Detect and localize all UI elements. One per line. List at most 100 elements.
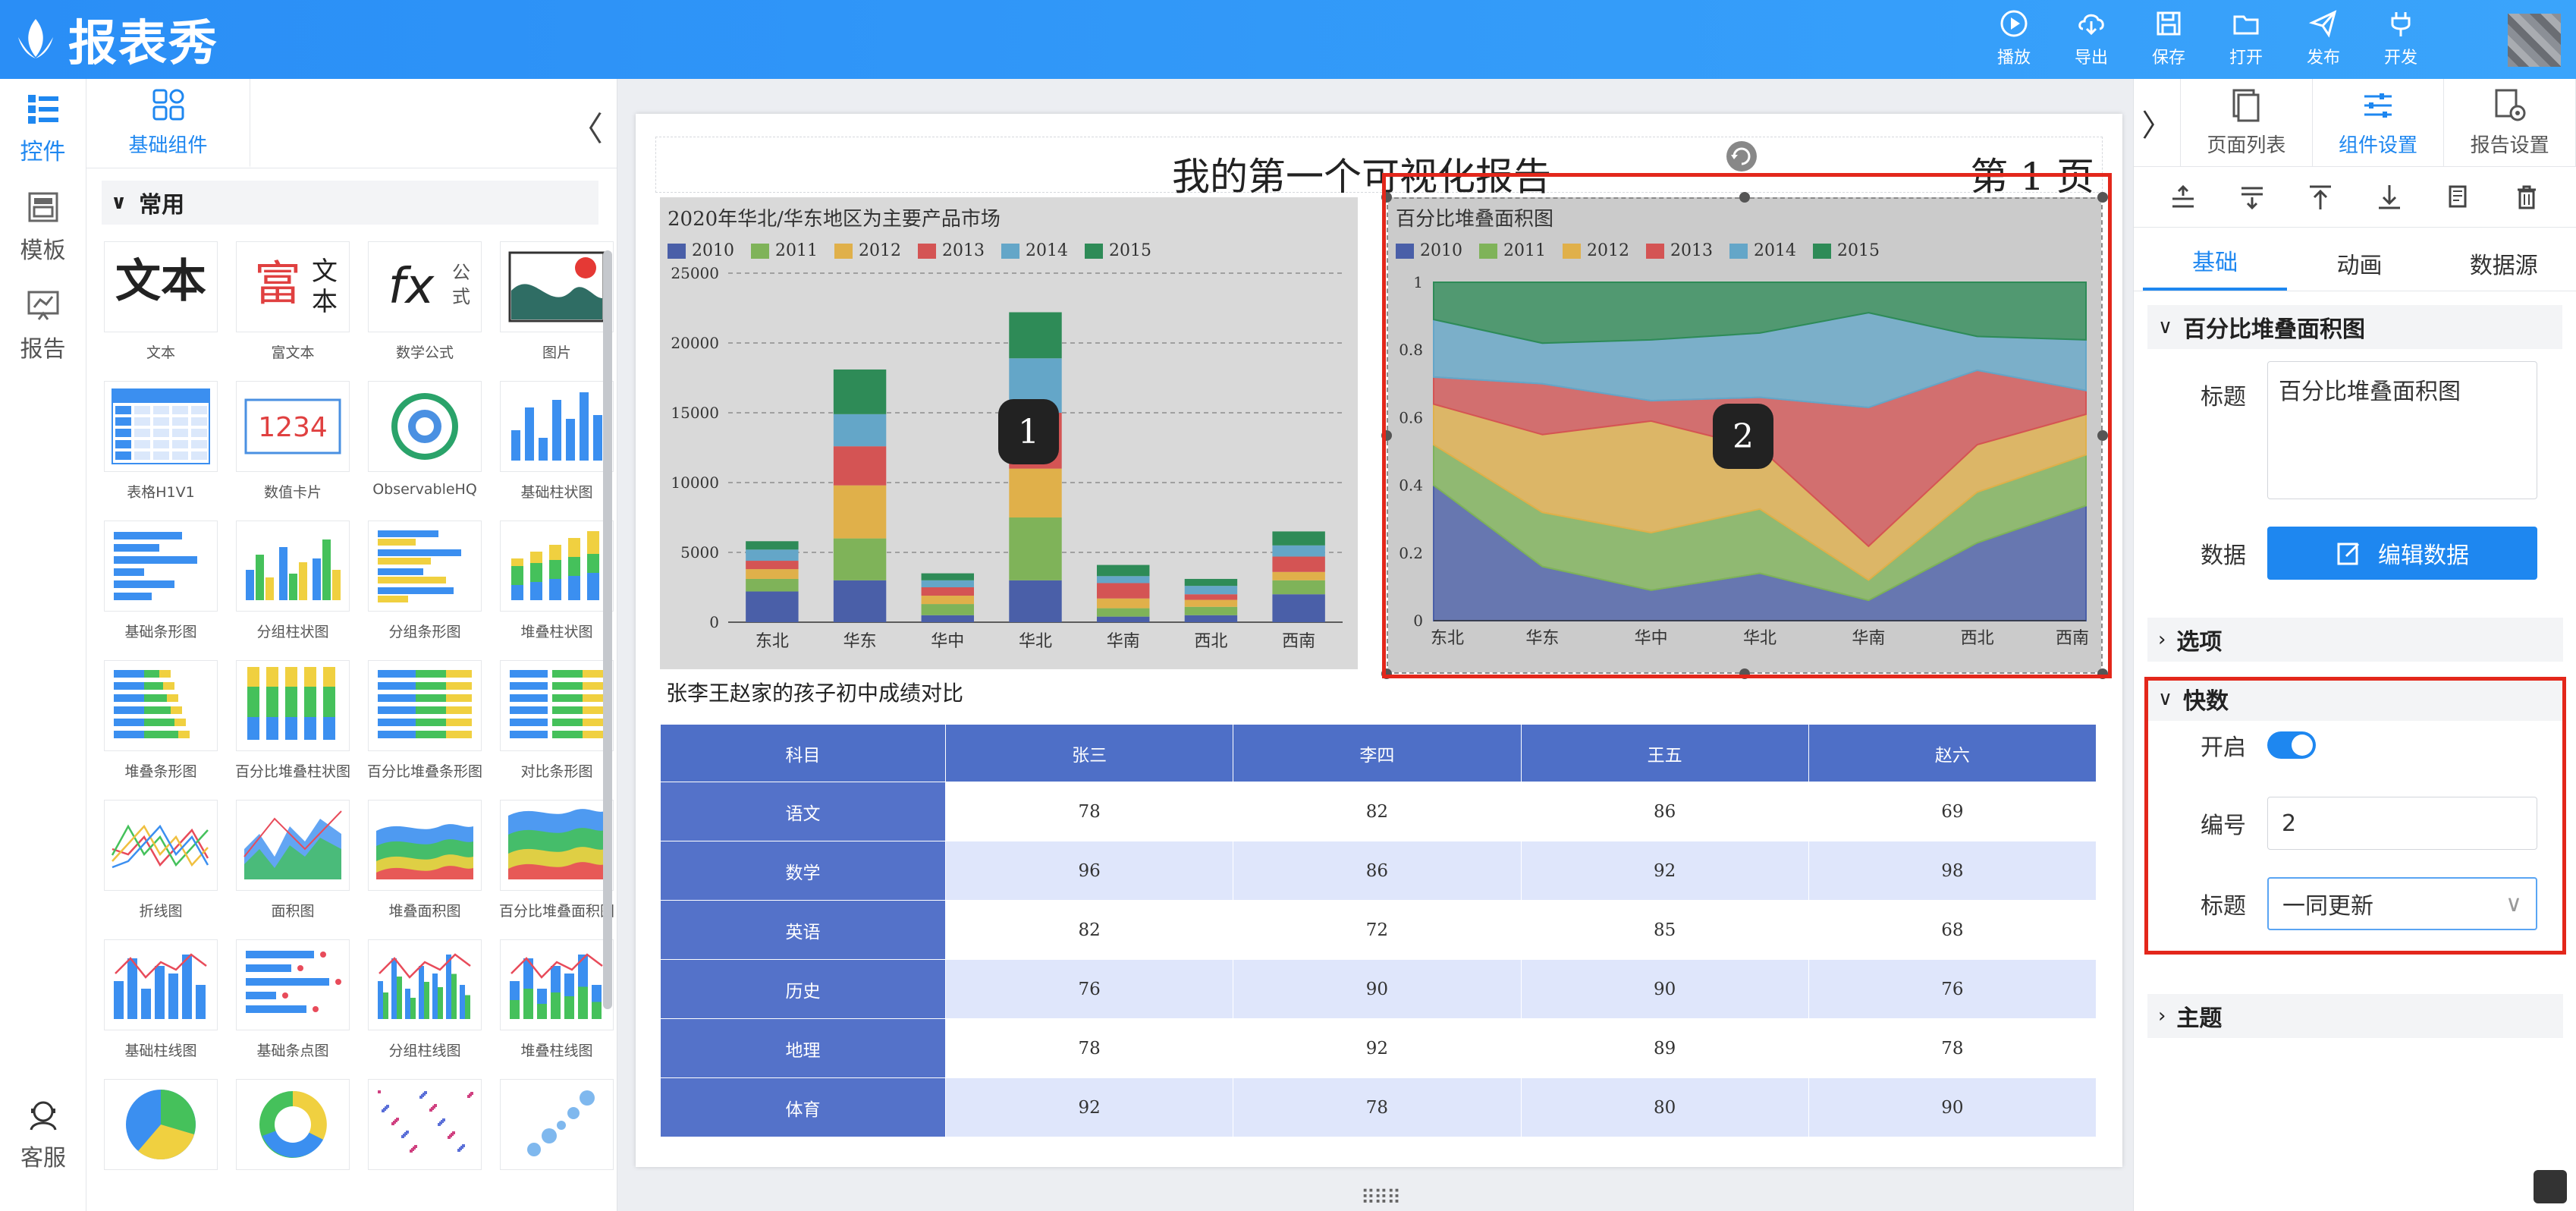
component-item[interactable] xyxy=(231,1079,355,1211)
bar-segment[interactable] xyxy=(1009,580,1062,622)
align-bottom-icon[interactable] xyxy=(2238,184,2266,211)
toolbar-button-export[interactable]: 导出 xyxy=(2053,9,2130,68)
bar-segment[interactable] xyxy=(921,580,974,587)
component-item[interactable]: 面积图 xyxy=(231,800,355,933)
fullscreen-icon[interactable] xyxy=(2534,1170,2567,1203)
bar-segment[interactable] xyxy=(746,561,799,570)
bar-segment[interactable] xyxy=(1184,615,1238,622)
component-item[interactable]: 堆叠柱线图 xyxy=(495,939,619,1073)
component-item[interactable]: 富文本富文本 xyxy=(231,241,355,375)
bar-segment[interactable] xyxy=(833,369,887,414)
tab-report-settings[interactable]: 报告设置 xyxy=(2444,79,2576,166)
component-item[interactable]: 基础柱线图 xyxy=(99,939,223,1073)
bar-segment[interactable] xyxy=(921,587,974,596)
collapse-right-icon[interactable]: 〉 xyxy=(2134,79,2181,166)
subtab-basic[interactable]: 基础 xyxy=(2143,244,2288,291)
bar-segment[interactable] xyxy=(746,578,799,592)
section-common[interactable]: ∨ 常用 xyxy=(102,181,598,225)
component-item[interactable]: 基础柱状图 xyxy=(495,381,619,514)
bar-segment[interactable] xyxy=(1097,616,1150,622)
bar-segment[interactable] xyxy=(1272,531,1325,546)
rail-item-support[interactable]: 客服 xyxy=(0,1085,86,1184)
bar-segment[interactable] xyxy=(833,580,887,622)
component-item[interactable]: 分组柱状图 xyxy=(231,521,355,654)
tab-page-list[interactable]: 页面列表 xyxy=(2181,79,2313,166)
component-item[interactable]: 分组柱线图 xyxy=(363,939,487,1073)
component-item[interactable]: 1234 数值卡片 xyxy=(231,381,355,514)
bar-segment[interactable] xyxy=(833,446,887,486)
rail-item-reports[interactable]: 报告 xyxy=(0,276,86,375)
component-item[interactable]: 基础条形图 xyxy=(99,521,223,654)
bar-segment[interactable] xyxy=(921,596,974,605)
bar-segment[interactable] xyxy=(746,541,799,550)
resize-grip-icon[interactable]: ⠿⠿⠿ xyxy=(1361,1187,1401,1209)
component-item[interactable]: 百分比堆叠柱状图 xyxy=(231,660,355,794)
bar-segment[interactable] xyxy=(1097,565,1150,577)
avatar[interactable] xyxy=(2508,14,2561,67)
section-component[interactable]: ∨ 百分比堆叠面积图 xyxy=(2147,305,2562,349)
subtab-animation[interactable]: 动画 xyxy=(2287,247,2431,291)
bar-segment[interactable] xyxy=(1184,606,1238,615)
toolbar-button-play[interactable]: 播放 xyxy=(1975,9,2053,68)
logo[interactable]: 报表秀 xyxy=(11,5,218,74)
bar-segment[interactable] xyxy=(1272,571,1325,580)
move-top-icon[interactable] xyxy=(2307,184,2334,211)
component-item[interactable] xyxy=(99,1079,223,1211)
bar-segment[interactable] xyxy=(746,591,799,622)
bar-segment[interactable] xyxy=(1097,598,1150,609)
align-top-icon[interactable] xyxy=(2169,184,2197,211)
bar-segment[interactable] xyxy=(746,549,799,561)
component-item[interactable]: 文本 文本 xyxy=(99,241,223,375)
tab-component-settings[interactable]: 组件设置 xyxy=(2313,79,2445,166)
section-theme[interactable]: › 主题 xyxy=(2147,994,2563,1038)
rail-item-templates[interactable]: 模板 xyxy=(0,178,86,276)
component-item[interactable]: ObservableHQ xyxy=(363,381,487,514)
component-item[interactable]: 折线图 xyxy=(99,800,223,933)
bar-segment[interactable] xyxy=(833,414,887,447)
scrollbar[interactable] xyxy=(603,250,612,1009)
bar-segment[interactable] xyxy=(1009,312,1062,359)
bar-segment[interactable] xyxy=(921,615,974,622)
rail-item-controls[interactable]: 控件 xyxy=(0,79,86,178)
bar-segment[interactable] xyxy=(1272,545,1325,557)
move-bottom-icon[interactable] xyxy=(2376,184,2403,211)
bar-segment[interactable] xyxy=(921,573,974,580)
bar-segment[interactable] xyxy=(1097,608,1150,617)
component-item[interactable] xyxy=(363,1079,487,1211)
bar-segment[interactable] xyxy=(1184,594,1238,600)
bar-segment[interactable] xyxy=(1009,468,1062,517)
bar-segment[interactable] xyxy=(1272,594,1325,622)
bar-segment[interactable] xyxy=(1184,599,1238,607)
bar-segment[interactable] xyxy=(1272,580,1325,595)
component-item[interactable]: 图片 xyxy=(495,241,619,375)
component-item[interactable]: 基础条点图 xyxy=(231,939,355,1073)
subtab-datasource[interactable]: 数据源 xyxy=(2432,247,2576,291)
bar-segment[interactable] xyxy=(1097,583,1150,599)
edit-data-button[interactable]: 编辑数据 xyxy=(2267,527,2537,580)
bar-segment[interactable] xyxy=(1184,586,1238,595)
rotate-icon[interactable] xyxy=(1725,140,1758,173)
toolbar-button-publish[interactable]: 发布 xyxy=(2285,9,2362,68)
copy-icon[interactable] xyxy=(2444,184,2471,211)
title-textarea[interactable]: 百分比堆叠面积图 xyxy=(2267,361,2537,499)
component-item[interactable]: 堆叠条形图 xyxy=(99,660,223,794)
component-item[interactable]: 百分比堆叠面积图 xyxy=(495,800,619,933)
component-item[interactable]: 百分比堆叠条形图 xyxy=(363,660,487,794)
collapse-left-icon[interactable]: 〈 xyxy=(570,102,603,150)
bar-segment[interactable] xyxy=(833,538,887,580)
component-item[interactable] xyxy=(495,1079,619,1211)
bar-segment[interactable] xyxy=(1009,517,1062,580)
bar-segment[interactable] xyxy=(921,604,974,615)
delete-icon[interactable] xyxy=(2513,184,2540,211)
bar-segment[interactable] xyxy=(1272,556,1325,572)
toolbar-button-open-folder[interactable]: 打开 xyxy=(2207,9,2285,68)
bar-segment[interactable] xyxy=(1184,578,1238,587)
toolbar-button-save[interactable]: 保存 xyxy=(2130,9,2207,68)
section-options[interactable]: › 选项 xyxy=(2147,618,2563,662)
component-item[interactable]: 堆叠柱状图 xyxy=(495,521,619,654)
component-item[interactable]: 对比条形图 xyxy=(495,660,619,794)
toolbar-button-plug[interactable]: 开发 xyxy=(2362,9,2439,68)
component-item[interactable]: 堆叠面积图 xyxy=(363,800,487,933)
score-table[interactable]: 科目 张三 李四 王五 赵六 语文 78 82 86 69 数学 96 86 92 98 英语 82 72 85 6… xyxy=(660,724,2097,1137)
component-item[interactable]: 分组条形图 xyxy=(363,521,487,654)
